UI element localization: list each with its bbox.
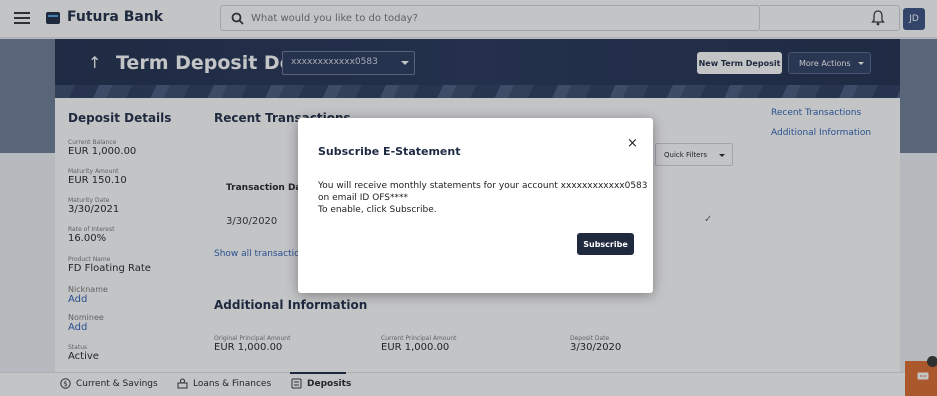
modal-message-line2: on email ID OFS**** — [318, 193, 409, 203]
modal-title: Subscribe E-Statement — [318, 145, 461, 158]
close-icon[interactable]: × — [627, 136, 638, 151]
subscribe-button[interactable]: Subscribe — [577, 233, 634, 255]
modal-message-line1: You will receive monthly statements for … — [318, 181, 648, 191]
modal-message-line3: To enable, click Subscribe. — [318, 205, 437, 215]
